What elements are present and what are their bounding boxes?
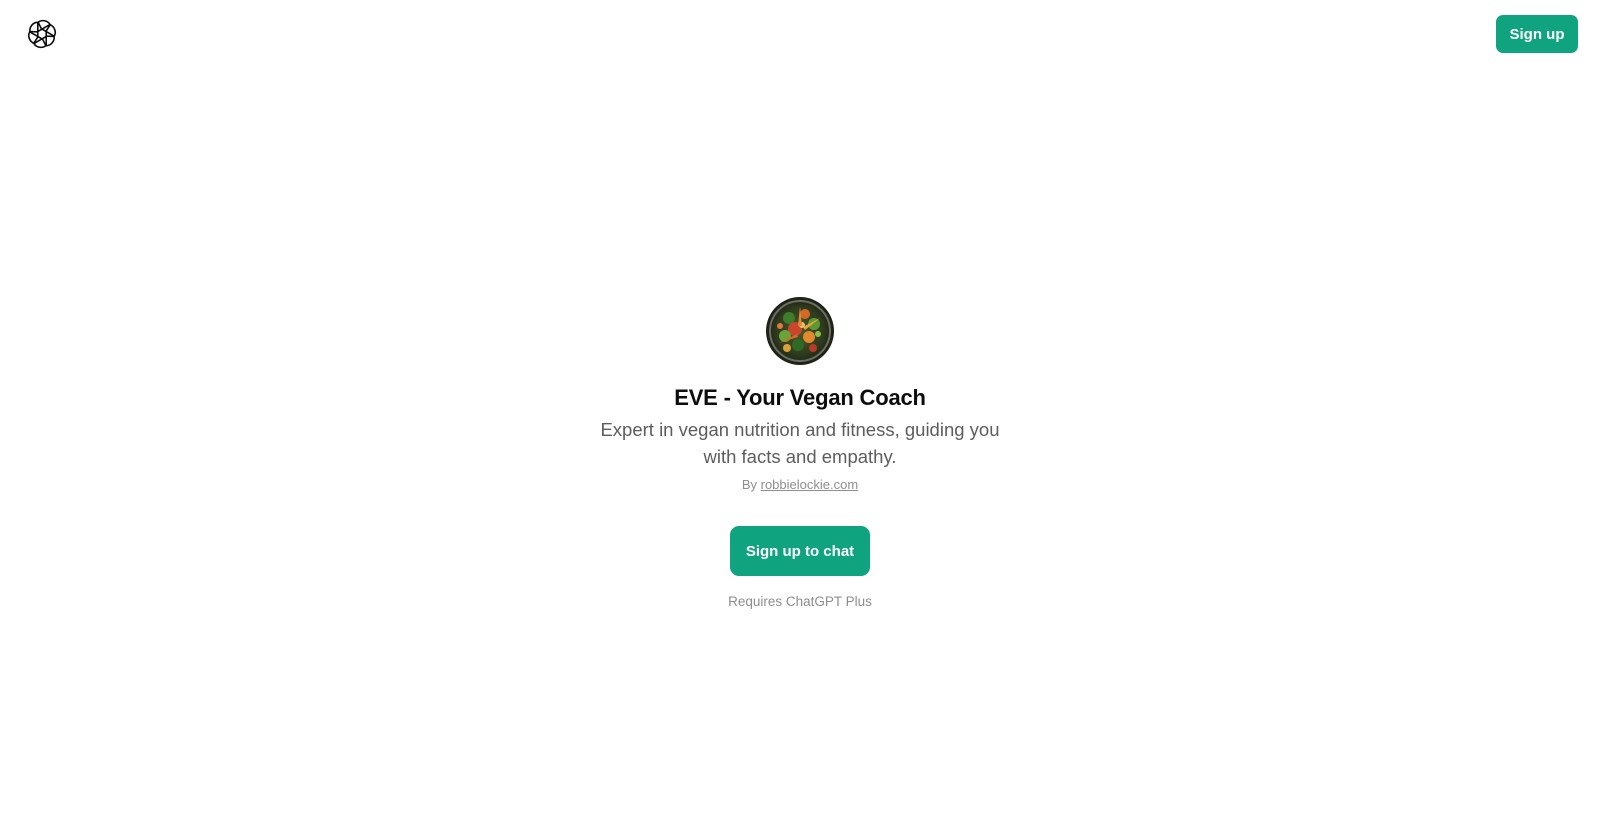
gpt-description: Expert in vegan nutrition and fitness, g…: [600, 419, 1000, 467]
top-bar: Sign up: [0, 0, 1600, 70]
gpt-title: EVE - Your Vegan Coach: [674, 385, 926, 410]
requirement-note: Requires ChatGPT Plus: [728, 594, 872, 609]
gpt-profile: EVE - Your Vegan Coach Expert in vegan n…: [0, 296, 1600, 611]
by-prefix: By: [741, 477, 757, 492]
gpt-landing-page: Sign up EVE - Your Vegan Coach Expert in…: [0, 0, 1600, 834]
author-byline: By robbielockie.com: [742, 476, 858, 494]
openai-logo-icon[interactable]: [26, 18, 58, 50]
gpt-avatar: [765, 296, 835, 366]
author-link[interactable]: robbielockie.com: [761, 477, 859, 492]
signup-to-chat-button[interactable]: Sign up to chat: [730, 526, 870, 576]
signup-button[interactable]: Sign up: [1496, 15, 1578, 53]
